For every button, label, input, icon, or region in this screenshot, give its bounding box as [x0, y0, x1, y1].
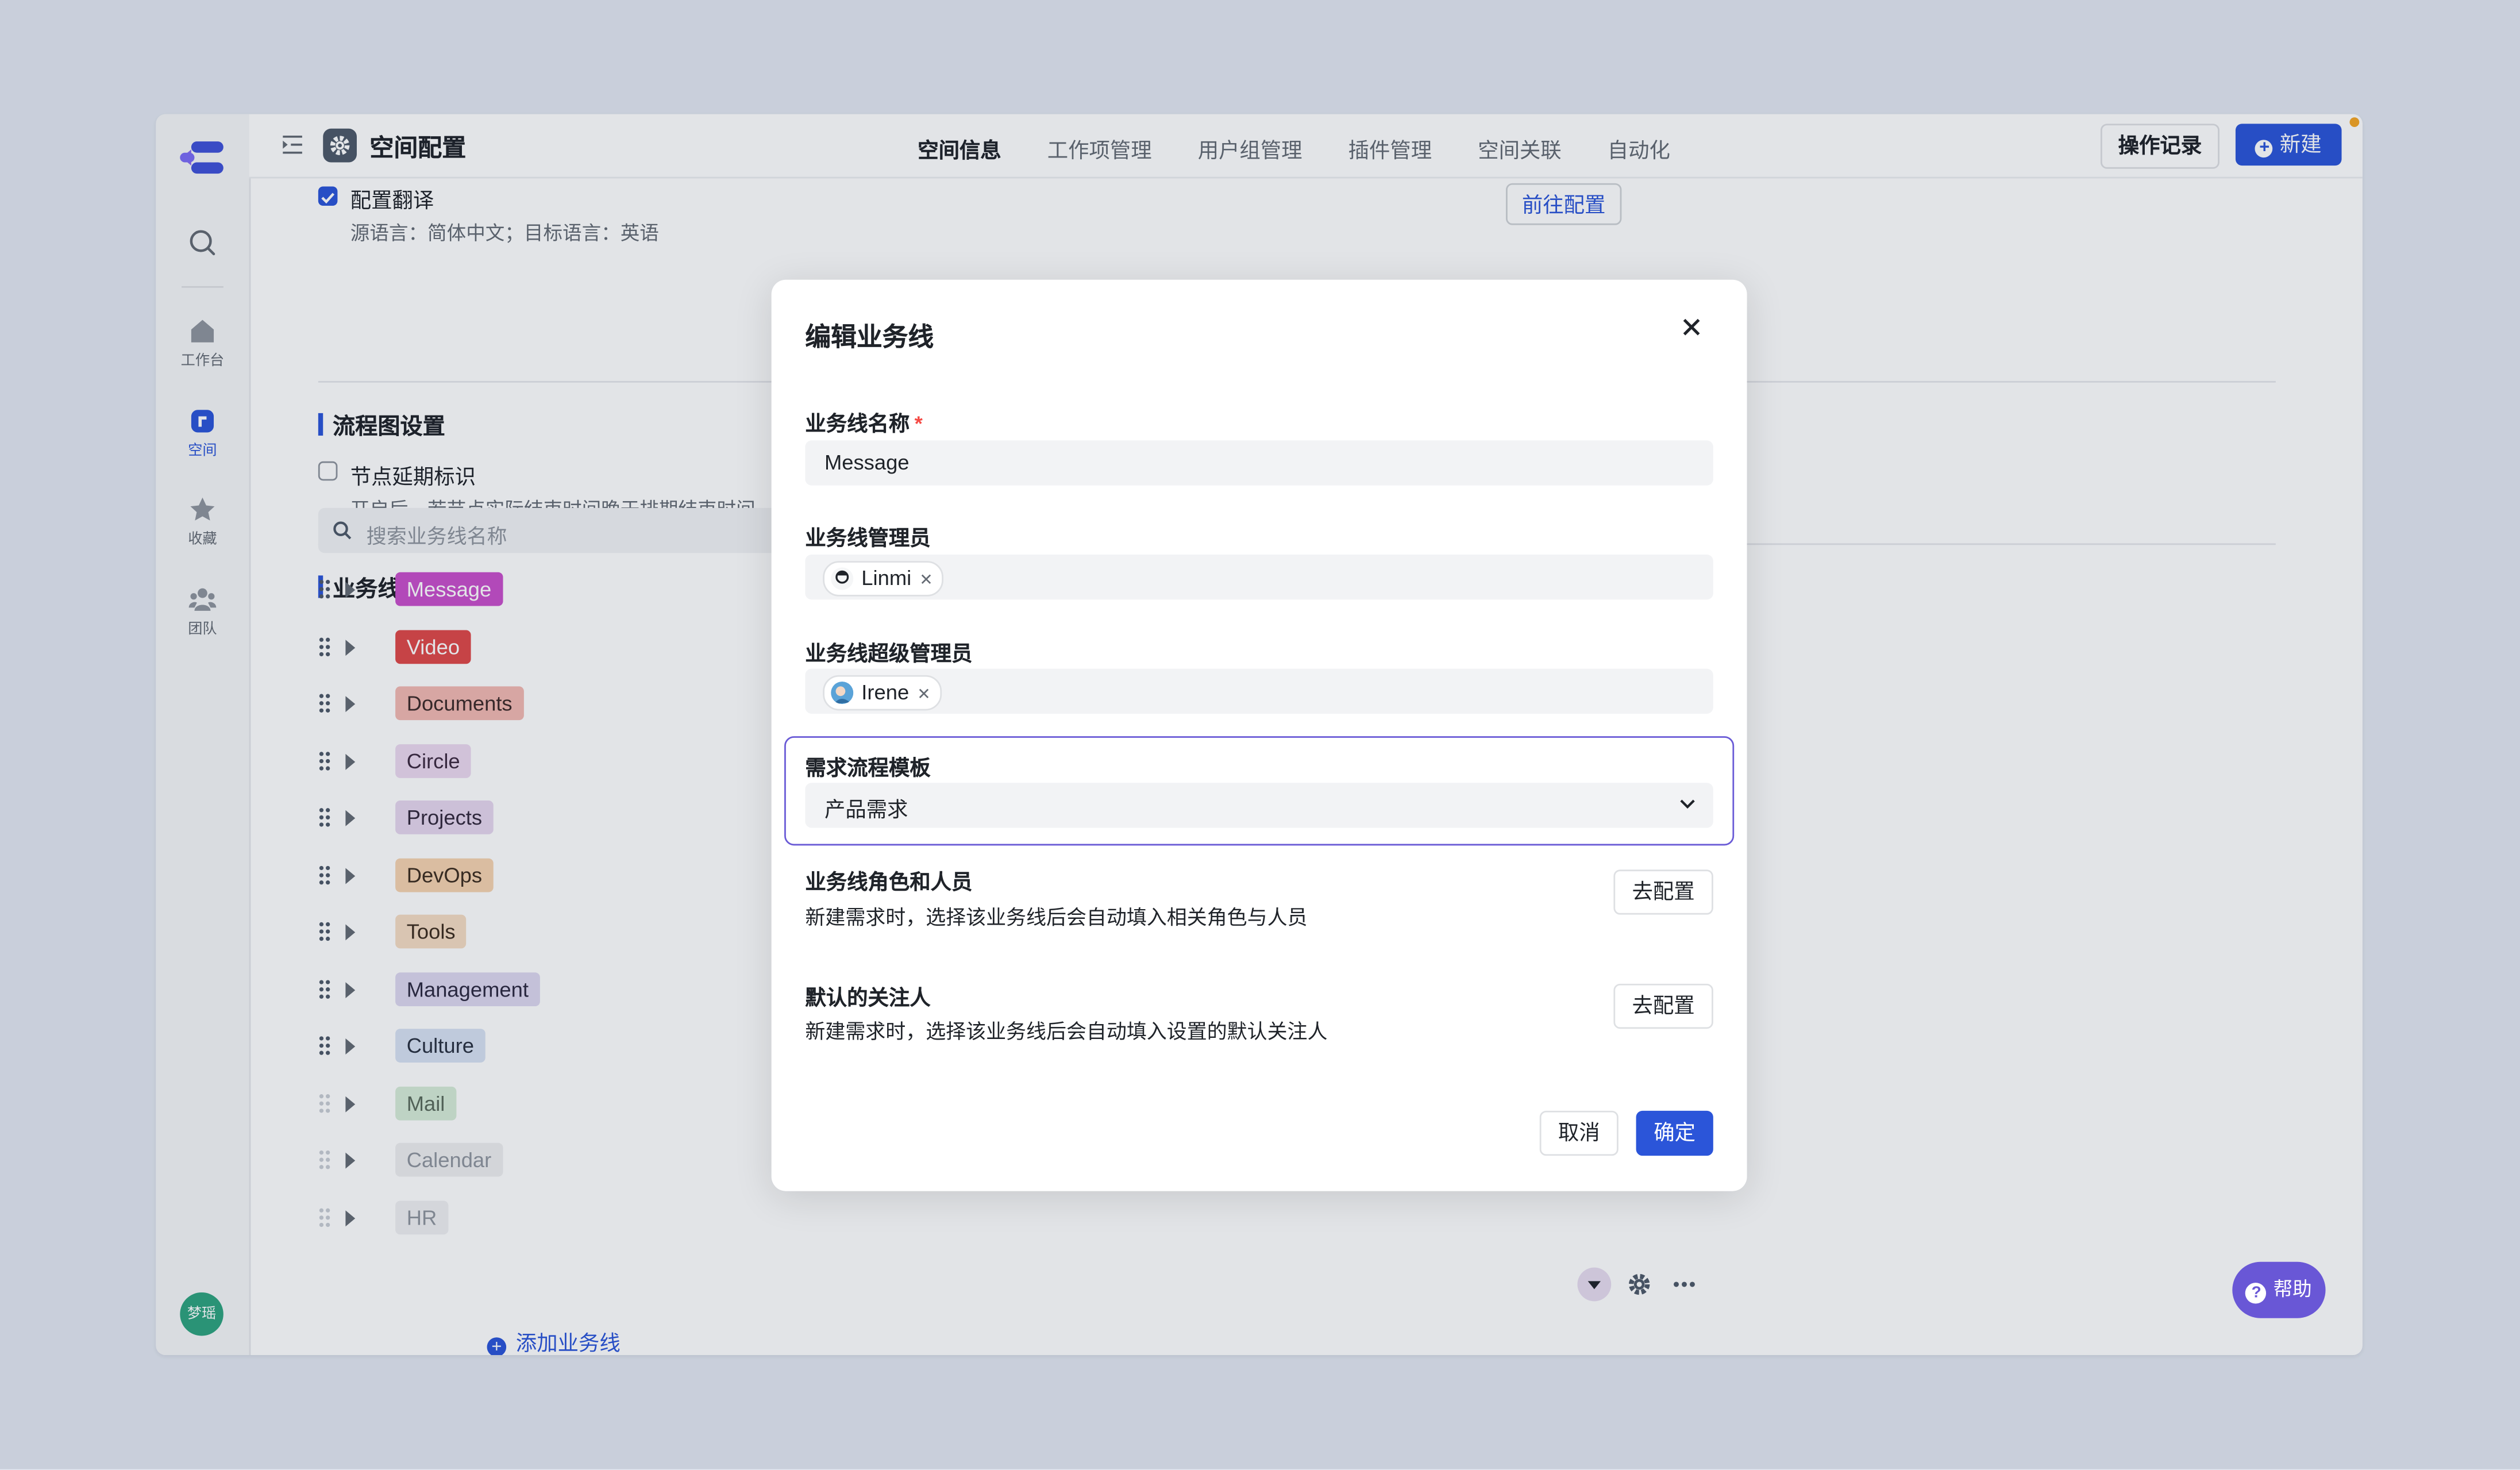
super-admin-chip-name: Irene [861, 680, 910, 705]
super-admin-input[interactable]: Irene ✕ [805, 668, 1713, 714]
avatar [831, 567, 854, 590]
admin-field-label: 业务线管理员 [805, 525, 931, 550]
help-icon: ? [2246, 1283, 2267, 1304]
admin-chip: Linmi ✕ [823, 561, 945, 597]
required-mark: * [914, 411, 923, 436]
confirm-button[interactable]: 确定 [1636, 1110, 1713, 1156]
watchers-field-label: 默认的关注人 [805, 985, 931, 1010]
template-field-label: 需求流程模板 [805, 755, 931, 780]
name-label-text: 业务线名称 [805, 411, 910, 436]
roles-desc: 新建需求时，选择该业务线后会自动填入相关角色与人员 [805, 906, 1308, 929]
remove-chip-icon[interactable]: ✕ [917, 686, 930, 704]
help-label: 帮助 [2273, 1277, 2312, 1300]
help-button[interactable]: ? 帮助 [2232, 1261, 2326, 1318]
dialog-title: 编辑业务线 [805, 325, 934, 352]
name-field-label: 业务线名称 * [805, 407, 922, 437]
roles-config-button[interactable]: 去配置 [1613, 869, 1713, 915]
roles-field-label: 业务线角色和人员 [805, 869, 973, 894]
admin-chip-name: Linmi [861, 565, 912, 590]
template-value: 产品需求 [824, 797, 908, 822]
super-admin-field-label: 业务线超级管理员 [805, 641, 973, 666]
chevron-down-icon [1680, 799, 1695, 809]
close-icon[interactable] [1683, 318, 1701, 336]
remove-chip-icon[interactable]: ✕ [919, 572, 933, 590]
watchers-desc: 新建需求时，选择该业务线后会自动填入设置的默认关注人 [805, 1021, 1328, 1044]
super-admin-chip: Irene ✕ [823, 675, 942, 711]
edit-business-line-dialog: 编辑业务线 业务线名称 * Message 业务线管理员 Linmi ✕ 业务线超级… [771, 279, 1747, 1191]
name-value: Message [824, 450, 910, 475]
admin-input[interactable]: Linmi ✕ [805, 555, 1713, 600]
watchers-config-button[interactable]: 去配置 [1613, 983, 1713, 1029]
template-select[interactable]: 产品需求 [805, 783, 1713, 828]
name-input[interactable]: Message [805, 440, 1713, 486]
avatar [831, 682, 854, 705]
cancel-button[interactable]: 取消 [1539, 1110, 1619, 1156]
